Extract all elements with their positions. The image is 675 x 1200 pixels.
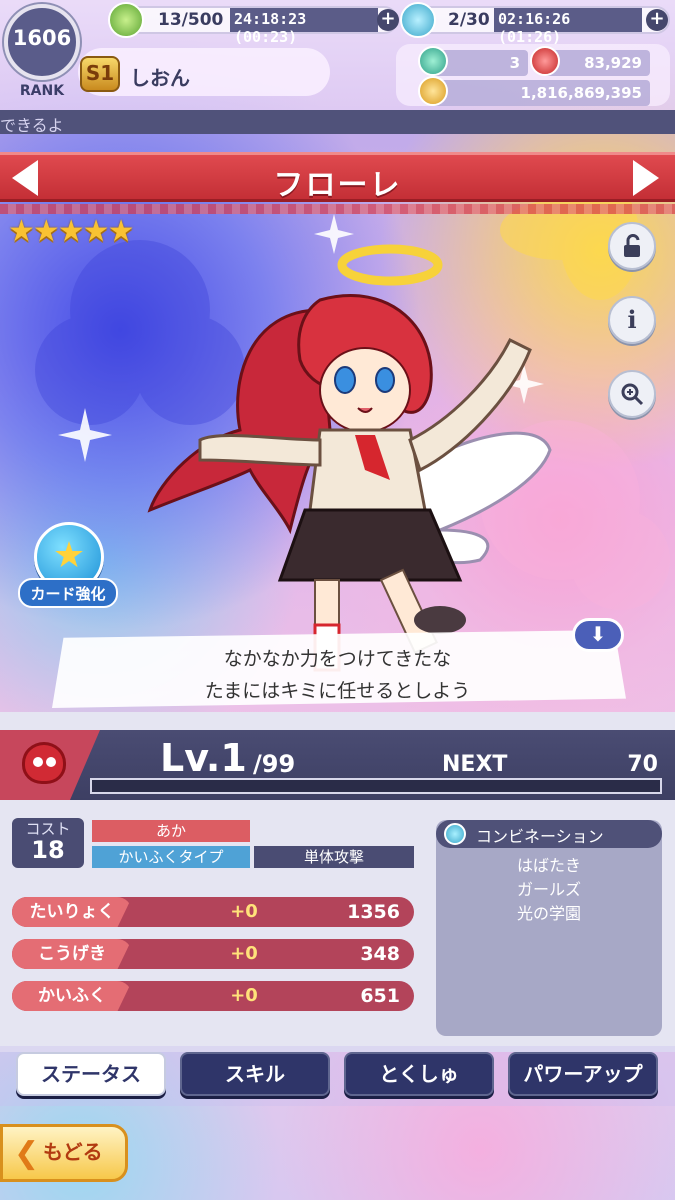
potion-count: 2/30 xyxy=(448,10,490,30)
card-name: フローレ xyxy=(273,168,402,203)
magic-stone-icon xyxy=(530,46,560,76)
next-card-arrow-icon[interactable] xyxy=(633,160,659,196)
color-tag: あか xyxy=(92,820,250,842)
zoom-in-icon xyxy=(621,383,644,406)
stat-label-attack: こうげき xyxy=(12,939,132,969)
next-exp-value: 70 xyxy=(627,752,658,777)
stamina-timer: 24:18:23 (00:23) xyxy=(230,8,378,46)
tab-status[interactable]: ステータス xyxy=(16,1052,166,1096)
leaf-icon xyxy=(108,2,144,38)
lock-button[interactable] xyxy=(608,222,656,270)
stat-bonus-hp: +0 xyxy=(230,901,258,922)
exp-progress-bar xyxy=(90,778,662,794)
zoom-button[interactable] xyxy=(608,370,656,418)
combination-item: はばたき xyxy=(516,856,581,875)
stat-label-hp: たいりょく xyxy=(12,897,132,927)
combination-item: 光の学園 xyxy=(516,904,581,923)
stamina-count: 13/500 xyxy=(158,10,224,30)
stat-value-recovery: 651 xyxy=(360,985,400,1007)
potion-plus-button[interactable]: + xyxy=(646,9,668,31)
gem-icon xyxy=(418,46,448,76)
attack-mode-tag: 単体攻撃 xyxy=(254,846,414,868)
dialogue-line-1: なかなか力をつけてきたな xyxy=(223,648,452,670)
unlock-icon xyxy=(624,233,640,257)
stat-value-hp: 1356 xyxy=(347,901,400,923)
info-icon: i xyxy=(627,305,637,334)
potion-timer: 02:16:26 (01:26) xyxy=(494,8,642,46)
level-max: /99 xyxy=(253,750,296,778)
combination-icon xyxy=(444,823,466,845)
stat-bonus-attack: +0 xyxy=(230,943,258,964)
tab-skill[interactable]: スキル xyxy=(180,1052,330,1096)
stamina-plus-button[interactable]: + xyxy=(377,9,399,31)
stat-label-recovery: かいふく xyxy=(12,981,132,1011)
level-current: Lv.1 xyxy=(160,736,247,780)
type-tag: かいふくタイプ xyxy=(92,846,250,868)
coin-count: 1,816,869,395 xyxy=(432,80,650,106)
dialogue-next-button[interactable]: ⬇ xyxy=(572,618,624,652)
info-button[interactable]: i xyxy=(608,296,656,344)
down-arrow-icon: ⬇ xyxy=(589,622,607,646)
card-enhance-label[interactable]: カード強化 xyxy=(18,578,118,608)
chevron-left-icon: ❮ xyxy=(14,1136,40,1171)
potion-icon xyxy=(400,2,436,38)
rank-label: RANK xyxy=(19,83,65,99)
magic-stone-count: 83,929 xyxy=(544,50,650,76)
previous-card-arrow-icon[interactable] xyxy=(12,160,38,196)
rarity-stars: ★★★★★ xyxy=(8,214,134,249)
rank-value: 1606 xyxy=(12,26,72,50)
news-ticker[interactable]: できるよ xyxy=(0,110,675,135)
stat-bonus-recovery: +0 xyxy=(230,985,258,1006)
player-name: しおん xyxy=(130,66,190,90)
tab-special[interactable]: とくしゅ xyxy=(344,1052,494,1096)
combination-title: コンビネーション xyxy=(476,827,604,846)
stat-value-attack: 348 xyxy=(360,943,400,965)
dialogue-line-2: たまにはキミに任せるとしよう xyxy=(204,680,471,702)
banner-trim xyxy=(0,204,675,214)
combination-item: ガールズ xyxy=(516,880,581,899)
cost-value: 18 xyxy=(31,836,65,864)
season-badge: S1 xyxy=(80,56,120,92)
tab-power-up[interactable]: パワーアップ xyxy=(508,1052,658,1096)
next-exp-label: NEXT xyxy=(442,752,508,777)
star-arrow-icon: ★ xyxy=(52,535,86,576)
red-puyo-icon xyxy=(22,742,66,784)
coin-icon xyxy=(418,76,448,106)
